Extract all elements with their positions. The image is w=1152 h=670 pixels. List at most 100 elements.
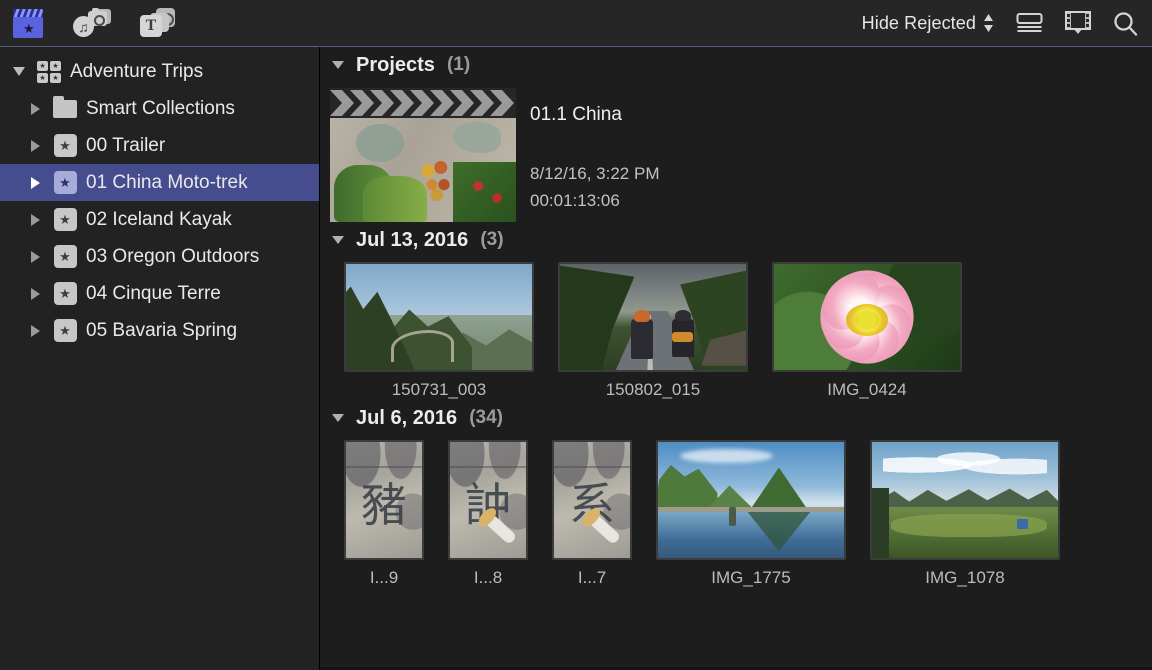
clip-thumbnail[interactable]: 訲 <box>448 440 528 560</box>
star-event-icon: ★ <box>48 319 82 342</box>
event-browser[interactable]: Projects (1) <box>320 47 1152 670</box>
filmstrip-view-icon[interactable] <box>1065 11 1091 35</box>
group-count: (3) <box>480 229 503 251</box>
star-event-icon: ★ <box>48 245 82 268</box>
sidebar-item-01-china-moto-trek[interactable]: ★01 China Moto-trek <box>0 164 319 201</box>
sidebar-item-label: 01 China Moto-trek <box>82 172 248 194</box>
list-view-icon[interactable] <box>1016 12 1043 34</box>
disclosure-triangle-right-icon[interactable] <box>22 177 48 189</box>
chevron-updown-icon[interactable] <box>983 14 994 32</box>
clapperboard-glyph: ★ <box>12 8 45 39</box>
clip-thumbnail[interactable] <box>656 440 846 560</box>
clip-name: 150802_015 <box>606 380 701 400</box>
clip-item[interactable]: IMG_1775 <box>644 440 858 588</box>
clip-poster-frame: 系 <box>554 442 630 558</box>
clip-row: 150731_003 150802_015 IMG_0424 <box>320 258 1152 400</box>
group-count: (34) <box>469 407 503 429</box>
titles-glyph: T <box>139 8 175 38</box>
sidebar-item-label: Smart Collections <box>82 98 235 120</box>
disclosure-triangle-down-icon[interactable] <box>6 67 32 76</box>
disclosure-triangle-right-icon[interactable] <box>22 288 48 300</box>
project-name: 01.1 China <box>530 104 659 126</box>
sidebar-item-label: 04 Cinque Terre <box>82 283 221 305</box>
clip-thumbnail[interactable] <box>870 440 1060 560</box>
clip-name: I...8 <box>474 568 502 588</box>
clip-poster-frame <box>872 442 1058 558</box>
sidebar-item-02-iceland-kayak[interactable]: ★02 Iceland Kayak <box>0 201 319 238</box>
disclosure-triangle-right-icon[interactable] <box>22 251 48 263</box>
sidebar-item-label: 03 Oregon Outdoors <box>82 246 259 268</box>
clip-item[interactable]: 系 I...7 <box>540 440 644 588</box>
clip-name: IMG_1078 <box>925 568 1004 588</box>
clip-item[interactable]: 訲 I...8 <box>436 440 540 588</box>
group-header-projects[interactable]: Projects (1) <box>320 47 1152 83</box>
group-title: Jul 13, 2016 <box>356 229 468 252</box>
clip-thumbnail[interactable]: 豬 <box>344 440 424 560</box>
clip-name: I...9 <box>370 568 398 588</box>
clip-item[interactable]: 150731_003 <box>332 262 546 400</box>
clip-poster-frame: 訲 <box>450 442 526 558</box>
group-header[interactable]: Jul 6, 2016 (34) <box>320 400 1152 436</box>
disclosure-triangle-down-icon[interactable] <box>332 61 344 69</box>
clip-poster-frame <box>346 264 532 370</box>
filter-popup-button[interactable]: Hide Rejected <box>862 13 994 34</box>
clip-item[interactable]: IMG_1078 <box>858 440 1072 588</box>
project-duration: 00:01:13:06 <box>530 187 659 214</box>
sidebar-item-05-bavaria-spring[interactable]: ★05 Bavaria Spring <box>0 312 319 349</box>
clip-name: 150731_003 <box>392 380 487 400</box>
photos-audio-icon[interactable]: ♫ <box>73 8 111 38</box>
clip-poster-frame <box>774 264 960 370</box>
star-event-icon: ★ <box>48 171 82 194</box>
clip-thumbnail[interactable]: 系 <box>552 440 632 560</box>
group-title: Jul 6, 2016 <box>356 407 457 430</box>
folder-icon <box>48 100 82 118</box>
toolbar: ★ ♫ T Hide Rejected <box>0 0 1152 47</box>
project-thumbnail[interactable] <box>330 88 516 222</box>
disclosure-triangle-down-icon[interactable] <box>332 236 344 244</box>
sidebar-item-04-cinque-terre[interactable]: ★04 Cinque Terre <box>0 275 319 312</box>
events-grid-icon: ★★★★ <box>32 61 66 83</box>
star-event-icon: ★ <box>48 134 82 157</box>
project-poster-frame <box>330 118 516 222</box>
clip-poster-frame <box>560 264 746 370</box>
sidebar-item-label: 00 Trailer <box>82 135 165 157</box>
sidebar-item-03-oregon-outdoors[interactable]: ★03 Oregon Outdoors <box>0 238 319 275</box>
sidebar-item-label: 02 Iceland Kayak <box>82 209 232 231</box>
star-event-icon: ★ <box>48 282 82 305</box>
group-header[interactable]: Jul 13, 2016 (3) <box>320 222 1152 258</box>
search-icon[interactable] <box>1113 11 1138 36</box>
project-date: 8/12/16, 3:22 PM <box>530 160 659 187</box>
sidebar-item-label: Adventure Trips <box>66 61 203 83</box>
group-count: (1) <box>447 54 470 76</box>
sidebar-item-label: 05 Bavaria Spring <box>82 320 237 342</box>
clip-thumbnail[interactable] <box>772 262 962 372</box>
libraries-sidebar[interactable]: ★★★★Adventure TripsSmart Collections★00 … <box>0 47 320 670</box>
titles-generators-icon[interactable]: T <box>139 8 175 38</box>
filmstrip-chevrons-icon <box>330 88 516 118</box>
clip-poster-frame: 豬 <box>346 442 422 558</box>
libraries-icon[interactable]: ★ <box>12 8 45 39</box>
disclosure-triangle-down-icon[interactable] <box>332 414 344 422</box>
clip-name: I...7 <box>578 568 606 588</box>
clip-name: IMG_1775 <box>711 568 790 588</box>
clip-thumbnail[interactable] <box>344 262 534 372</box>
photos-audio-glyph: ♫ <box>73 8 111 38</box>
group-title: Projects <box>356 54 435 77</box>
clip-item[interactable]: IMG_0424 <box>760 262 974 400</box>
disclosure-triangle-right-icon[interactable] <box>22 140 48 152</box>
clip-row: 豬 I...9 訲 I...8 系 I...7 IMG_1775 IMG_1078 <box>320 436 1152 588</box>
sidebar-item-00-trailer[interactable]: ★00 Trailer <box>0 127 319 164</box>
star-event-icon: ★ <box>48 208 82 231</box>
sidebar-item-adventure-trips[interactable]: ★★★★Adventure Trips <box>0 53 319 90</box>
project-item[interactable]: 01.1 China 8/12/16, 3:22 PM 00:01:13:06 <box>320 83 1152 222</box>
disclosure-triangle-right-icon[interactable] <box>22 103 48 115</box>
filter-popup-label: Hide Rejected <box>862 13 976 34</box>
clip-item[interactable]: 150802_015 <box>546 262 760 400</box>
clip-thumbnail[interactable] <box>558 262 748 372</box>
disclosure-triangle-right-icon[interactable] <box>22 214 48 226</box>
final-cut-pro-window: ★ ♫ T Hide Rejected <box>0 0 1152 670</box>
sidebar-item-smart-collections[interactable]: Smart Collections <box>0 90 319 127</box>
clip-item[interactable]: 豬 I...9 <box>332 440 436 588</box>
clip-poster-frame <box>658 442 844 558</box>
disclosure-triangle-right-icon[interactable] <box>22 325 48 337</box>
